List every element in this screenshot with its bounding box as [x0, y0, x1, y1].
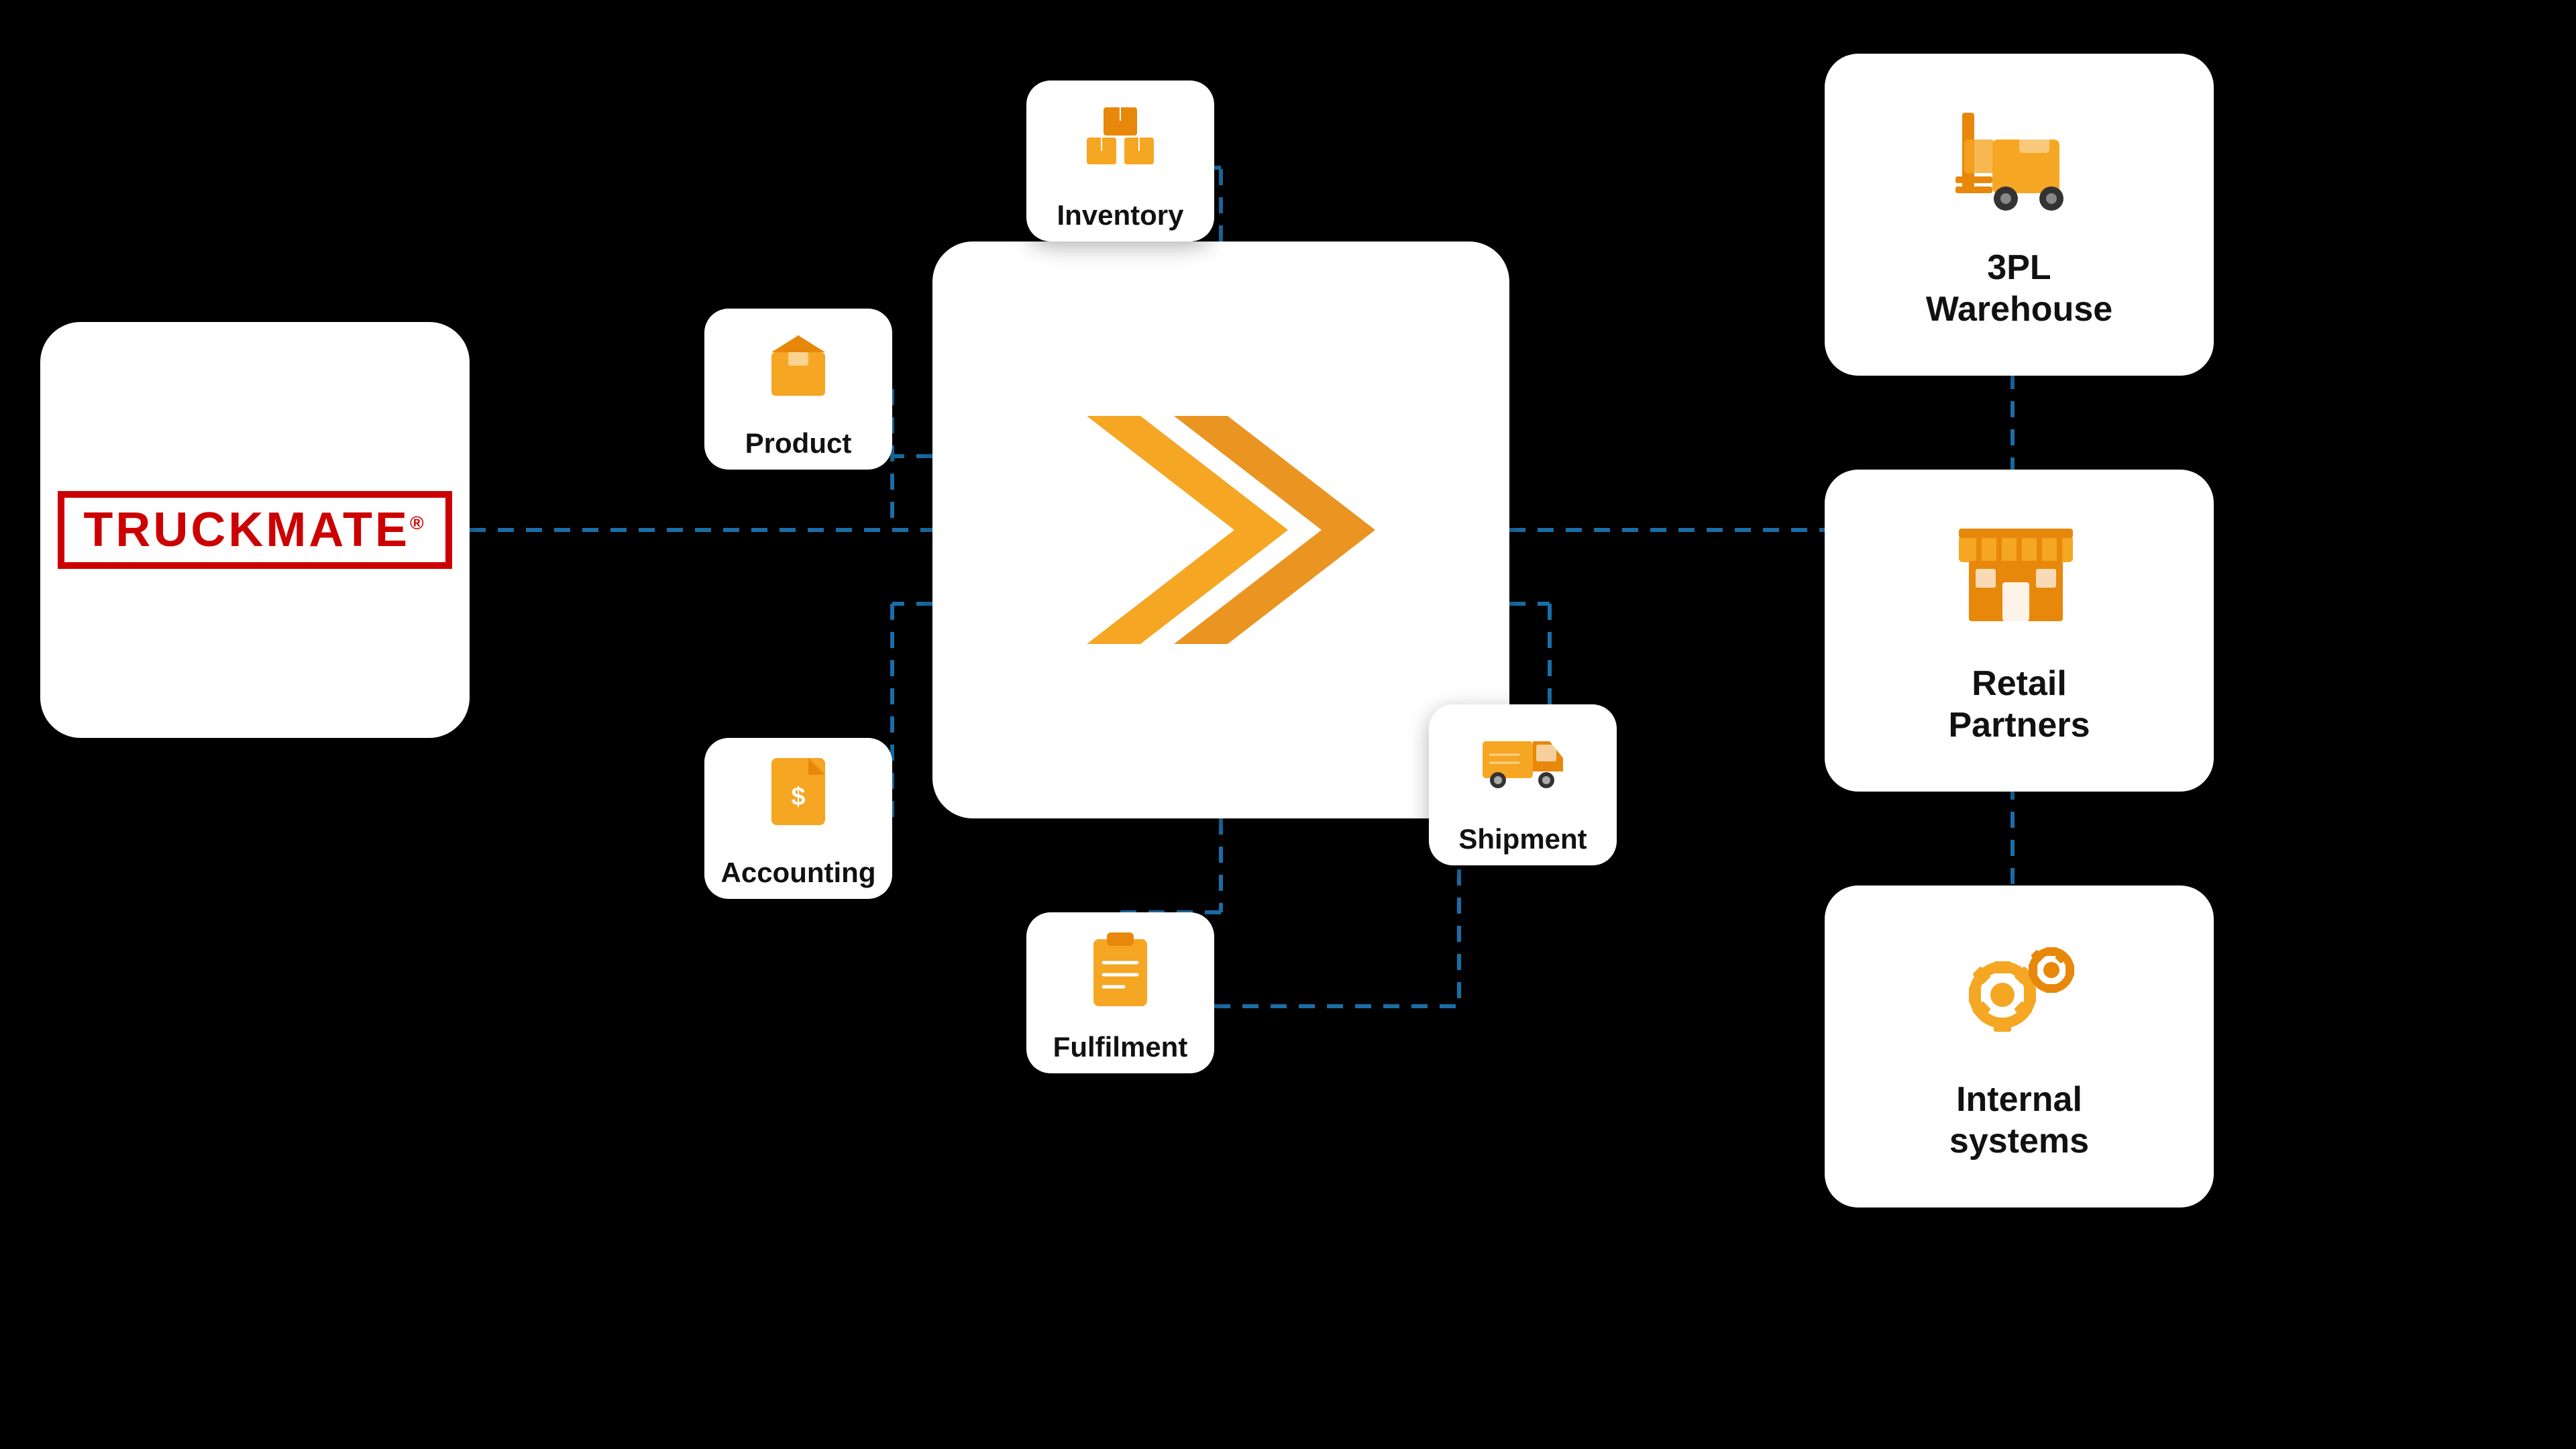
product-icon-wrap	[751, 319, 845, 413]
truckmate-card: TRUCKMATE®	[40, 322, 470, 738]
fulfilment-card: Fulfilment	[1026, 912, 1214, 1073]
truckmate-logo: TRUCKMATE®	[58, 491, 451, 569]
shipment-icon-wrap	[1476, 714, 1570, 808]
fulfilment-label: Fulfilment	[1053, 1031, 1188, 1063]
fulfilment-icon-wrap	[1073, 922, 1167, 1016]
truckmate-reg: ®	[410, 513, 427, 533]
product-label: Product	[745, 427, 852, 460]
svg-text:$: $	[791, 783, 805, 811]
diagram-container: TRUCKMATE® Inventory	[0, 0, 2576, 1449]
internal-gears-icon	[1952, 931, 2080, 1045]
inventory-label: Inventory	[1057, 199, 1183, 231]
retail-label: Retail Partners	[1949, 663, 2090, 747]
central-chevron-icon	[1046, 389, 1395, 671]
shipment-icon	[1479, 728, 1566, 795]
inventory-icon	[1080, 101, 1161, 174]
truckmate-label: TRUCKMATE	[83, 503, 410, 557]
product-card: Product	[704, 309, 892, 470]
3pl-warehouse-card: 3PL Warehouse	[1825, 54, 2214, 376]
internal-label: Internal systems	[1949, 1079, 2089, 1163]
accounting-icon: $	[765, 755, 832, 835]
3pl-label: 3PL Warehouse	[1926, 247, 2112, 331]
internal-icon-wrap	[1952, 931, 2086, 1065]
fulfilment-icon	[1087, 929, 1154, 1010]
inventory-card: Inventory	[1026, 80, 1214, 241]
3pl-forklift-icon	[1952, 99, 2080, 220]
shipment-card: Shipment	[1429, 704, 1617, 865]
retail-store-icon	[1952, 515, 2080, 636]
retail-partners-card: Retail Partners	[1825, 470, 2214, 792]
inventory-icon-wrap	[1073, 91, 1167, 184]
3pl-icon-wrap	[1952, 99, 2086, 233]
product-icon	[761, 329, 835, 402]
shipment-label: Shipment	[1458, 823, 1587, 855]
accounting-icon-wrap: $	[751, 748, 845, 842]
accounting-card: $ Accounting	[704, 738, 892, 899]
internal-systems-card: Internal systems	[1825, 885, 2214, 1208]
central-card	[932, 241, 1509, 818]
retail-icon-wrap	[1952, 515, 2086, 649]
accounting-label: Accounting	[721, 857, 876, 889]
